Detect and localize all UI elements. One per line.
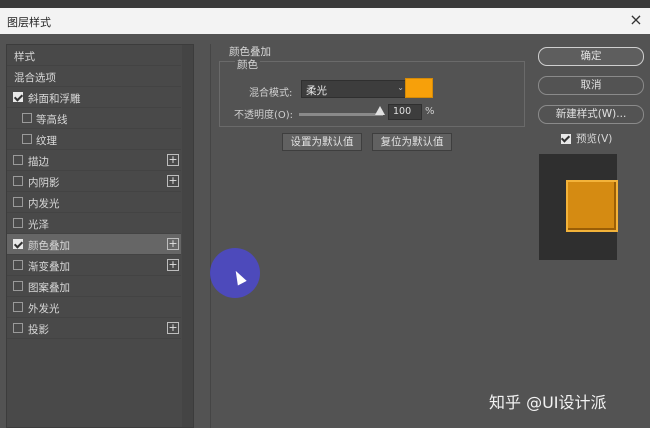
watermark-text: 知乎 @UI设计派 — [489, 393, 607, 412]
style-label-pattern-overlay: 图案叠加 — [28, 282, 70, 294]
style-checkbox-outer-glow[interactable] — [13, 302, 23, 312]
style-item-outer-glow[interactable]: 外发光 — [7, 297, 181, 318]
style-checkbox-pattern-overlay[interactable] — [13, 281, 23, 291]
new-style-button[interactable]: 新建样式(W)... — [538, 105, 644, 124]
dialog-titlebar: 图层样式 × — [0, 8, 650, 34]
blend-options-label: 混合选项 — [14, 72, 56, 84]
style-label-outer-glow: 外发光 — [28, 303, 60, 315]
opacity-label: 不透明度(O): — [234, 110, 294, 121]
overlay-color-swatch[interactable] — [405, 78, 433, 98]
ok-button[interactable]: 确定 — [538, 47, 644, 66]
style-label-inner-shadow: 内阴影 — [28, 177, 60, 189]
style-item-stroke[interactable]: 描边 + — [7, 150, 181, 171]
style-item-color-overlay[interactable]: 颜色叠加 + — [7, 234, 181, 255]
style-checkbox-contour[interactable] — [22, 113, 32, 123]
style-checkbox-inner-shadow[interactable] — [13, 176, 23, 186]
style-label-color-overlay: 颜色叠加 — [28, 240, 70, 252]
style-label-drop-shadow: 投影 — [28, 324, 49, 336]
blend-mode-select[interactable]: 柔光 ⌄ — [301, 80, 409, 98]
style-checkbox-drop-shadow[interactable] — [13, 323, 23, 333]
style-label-stroke: 描边 — [28, 156, 49, 168]
style-item-inner-glow[interactable]: 内发光 — [7, 192, 181, 213]
close-icon[interactable]: × — [628, 11, 644, 29]
style-label-bevel-emboss: 斜面和浮雕 — [28, 93, 81, 105]
style-label-inner-glow: 内发光 — [28, 198, 60, 210]
style-item-contour[interactable]: 等高线 — [7, 108, 181, 129]
style-checkbox-satin[interactable] — [13, 218, 23, 228]
dialog-title: 图层样式 — [7, 16, 51, 29]
preview-label: 预览(V) — [576, 133, 613, 145]
styles-header-label: 样式 — [14, 51, 35, 63]
color-overlay-settings: 颜色叠加 颜色 混合模式: 柔光 ⌄ 不透明度(O): 100 % 设置为默认值… — [210, 44, 528, 428]
style-item-pattern-overlay[interactable]: 图案叠加 — [7, 276, 181, 297]
style-checkbox-color-overlay[interactable] — [13, 239, 23, 249]
opacity-input[interactable]: 100 — [388, 104, 422, 120]
styles-header[interactable]: 样式 — [7, 45, 181, 66]
styles-list-panel: 样式 混合选项 斜面和浮雕 等高线 纹理 描边 + 内阴影 + 内发光 光泽 颜… — [6, 44, 194, 428]
style-checkbox-inner-glow[interactable] — [13, 197, 23, 207]
style-preview-thumbnail — [566, 180, 618, 232]
blend-options-item[interactable]: 混合选项 — [7, 66, 181, 87]
opacity-slider-thumb[interactable] — [375, 106, 385, 115]
dialog-actions-panel: 确定 取消 新建样式(W)... 预览(V) — [534, 44, 650, 428]
preview-checkbox[interactable] — [561, 134, 571, 144]
add-icon[interactable]: + — [167, 238, 179, 250]
window-top-strip — [0, 0, 650, 8]
set-default-button[interactable]: 设置为默认值 — [282, 133, 362, 151]
style-item-texture[interactable]: 纹理 — [7, 129, 181, 150]
blend-mode-value: 柔光 — [306, 85, 327, 97]
style-item-drop-shadow[interactable]: 投影 + — [7, 318, 181, 339]
style-checkbox-gradient-overlay[interactable] — [13, 260, 23, 270]
add-icon[interactable]: + — [167, 175, 179, 187]
opacity-unit: % — [425, 106, 435, 117]
opacity-value: 100 — [393, 106, 412, 117]
style-checkbox-stroke[interactable] — [13, 155, 23, 165]
style-preview-box — [539, 154, 618, 260]
group-title: 颜色 — [235, 57, 260, 72]
blend-mode-label: 混合模式: — [249, 88, 293, 99]
style-item-inner-shadow[interactable]: 内阴影 + — [7, 171, 181, 192]
style-checkbox-texture[interactable] — [22, 134, 32, 144]
cancel-button[interactable]: 取消 — [538, 76, 644, 95]
style-label-texture: 纹理 — [36, 135, 57, 147]
add-icon[interactable]: + — [167, 154, 179, 166]
style-item-bevel-emboss[interactable]: 斜面和浮雕 — [7, 87, 181, 108]
reset-default-button[interactable]: 复位为默认值 — [372, 133, 452, 151]
opacity-slider-track[interactable] — [299, 113, 383, 116]
style-checkbox-bevel-emboss[interactable] — [13, 92, 23, 102]
style-label-contour: 等高线 — [36, 114, 68, 126]
style-label-gradient-overlay: 渐变叠加 — [28, 261, 70, 273]
chevron-down-icon: ⌄ — [397, 83, 404, 92]
add-icon[interactable]: + — [167, 322, 179, 334]
style-item-gradient-overlay[interactable]: 渐变叠加 + — [7, 255, 181, 276]
style-item-satin[interactable]: 光泽 — [7, 213, 181, 234]
style-label-satin: 光泽 — [28, 219, 49, 231]
add-icon[interactable]: + — [167, 259, 179, 271]
styles-list-scrollbar[interactable] — [182, 45, 193, 427]
